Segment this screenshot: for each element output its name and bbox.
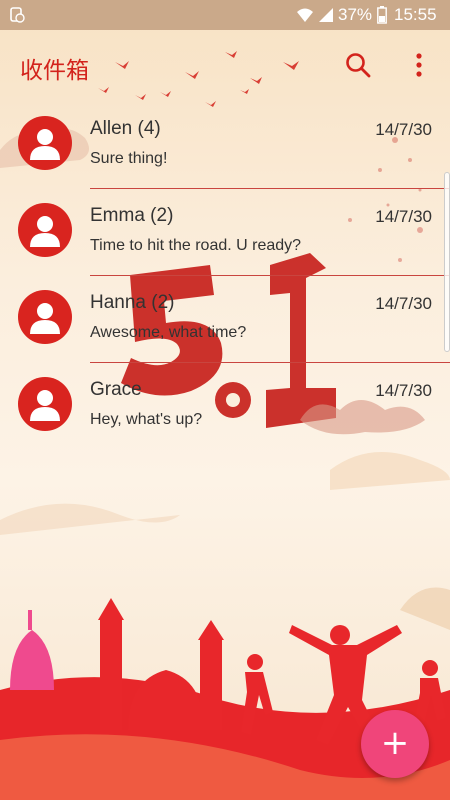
battery-percent: 37% bbox=[338, 5, 373, 24]
contact-placeholder-icon bbox=[30, 390, 60, 421]
contact-placeholder-icon bbox=[30, 216, 60, 247]
sender-name: Allen (4) bbox=[90, 118, 161, 139]
sender-name: Emma (2) bbox=[90, 205, 174, 226]
message-preview: Awesome, what time? bbox=[90, 324, 247, 341]
conversation-item[interactable]: Grace 14/7/30 Hey, what's up? bbox=[0, 363, 450, 450]
message-preview: Sure thing! bbox=[90, 150, 168, 167]
avatar[interactable] bbox=[18, 377, 72, 431]
plus-icon: + bbox=[380, 723, 410, 763]
message-date: 14/7/30 bbox=[375, 120, 432, 139]
message-preview: Time to hit the road. U ready? bbox=[90, 237, 302, 254]
conversation-item[interactable]: Allen (4) 14/7/30 Sure thing! bbox=[0, 102, 450, 189]
avatar[interactable] bbox=[18, 116, 72, 170]
contact-placeholder-icon bbox=[30, 129, 60, 160]
status-bar: 37% 15:55 bbox=[0, 0, 450, 30]
message-date: 14/7/30 bbox=[375, 207, 432, 226]
message-date: 14/7/30 bbox=[375, 381, 432, 400]
app-bar: 收件箱 bbox=[0, 30, 450, 102]
compose-button[interactable]: + bbox=[361, 710, 429, 778]
sender-name: Grace bbox=[90, 379, 142, 400]
conversation-list: Allen (4) 14/7/30 Sure thing! Emma (2) 1… bbox=[0, 102, 450, 450]
wifi-icon bbox=[297, 8, 313, 22]
page-title: 收件箱 bbox=[20, 58, 89, 84]
notification-icon bbox=[10, 7, 25, 23]
conversation-item[interactable]: Emma (2) 14/7/30 Time to hit the road. U… bbox=[0, 189, 450, 276]
signal-icon bbox=[319, 8, 333, 22]
message-date: 14/7/30 bbox=[375, 294, 432, 313]
status-time: 15:55 bbox=[394, 5, 437, 24]
contact-placeholder-icon bbox=[30, 303, 60, 334]
message-preview: Hey, what's up? bbox=[90, 411, 203, 428]
more-vert-icon[interactable] bbox=[412, 52, 426, 78]
search-icon[interactable] bbox=[345, 52, 371, 78]
scrollbar[interactable] bbox=[444, 172, 450, 352]
battery-icon bbox=[377, 6, 387, 24]
avatar[interactable] bbox=[18, 290, 72, 344]
conversation-item[interactable]: Hanna (2) 14/7/30 Awesome, what time? bbox=[0, 276, 450, 363]
sender-name: Hanna (2) bbox=[90, 292, 175, 313]
avatar[interactable] bbox=[18, 203, 72, 257]
